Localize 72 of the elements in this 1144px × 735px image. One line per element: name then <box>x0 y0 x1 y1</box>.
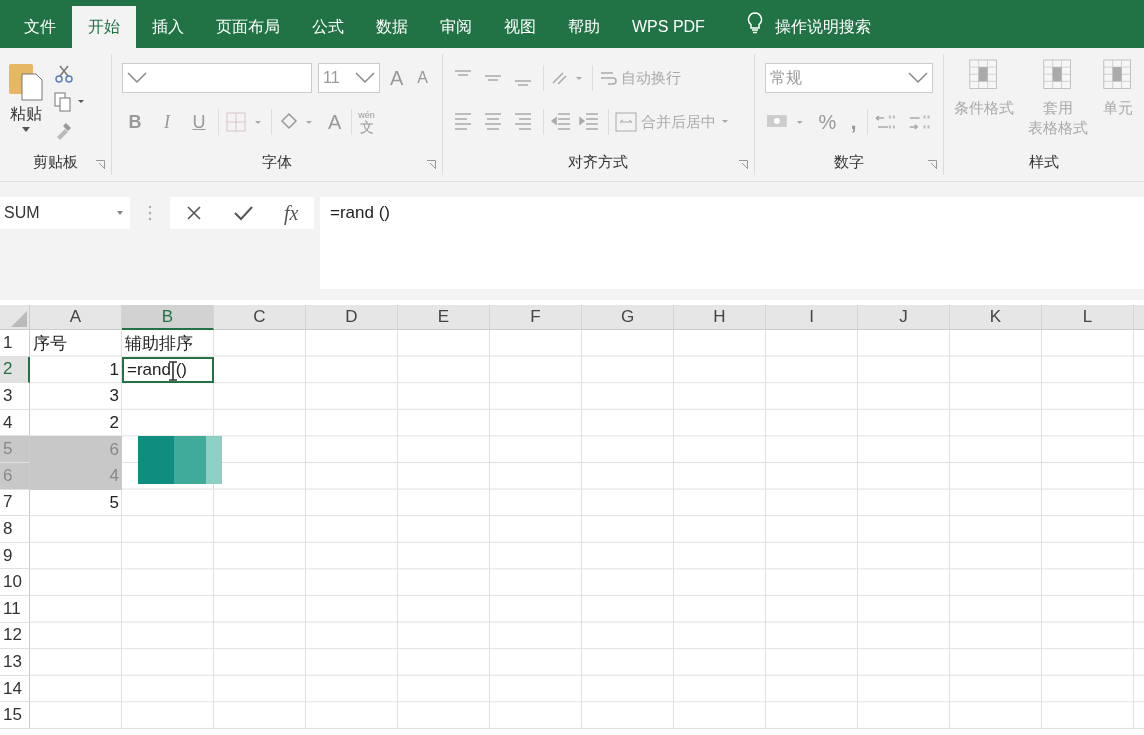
column-header[interactable]: J <box>858 305 950 330</box>
select-all-icon[interactable] <box>11 311 27 327</box>
ribbon-tab[interactable]: 插入 <box>136 6 200 48</box>
chevron-down-icon[interactable] <box>908 72 928 84</box>
row-header[interactable]: 4 <box>0 409 30 437</box>
row-header[interactable]: 12 <box>0 622 30 650</box>
group-label: 字体 <box>261 152 292 172</box>
ribbon-tab[interactable]: 帮助 <box>552 6 616 48</box>
column-header[interactable]: D <box>306 305 398 330</box>
column-header[interactable]: F <box>490 305 582 330</box>
name-box[interactable]: SUM <box>0 197 130 229</box>
text-cursor-icon <box>168 361 178 381</box>
wrap-text-icon <box>598 69 617 87</box>
dialog-launcher-icon[interactable] <box>928 160 937 169</box>
formula-input[interactable]: =rand () <box>320 197 1144 289</box>
row-header[interactable]: 13 <box>0 649 30 676</box>
close-icon[interactable] <box>185 205 202 221</box>
column-header[interactable]: G <box>582 305 674 330</box>
checkmark-icon[interactable] <box>232 205 253 221</box>
merge-icon <box>614 112 637 132</box>
row-header[interactable]: 2 <box>0 356 30 384</box>
group-label: 对齐方式 <box>568 152 629 172</box>
column-header[interactable]: C <box>214 305 306 330</box>
table-cell[interactable]: 2 <box>30 409 122 437</box>
row-header[interactable]: 3 <box>0 383 30 410</box>
ribbon-tab[interactable]: 数据 <box>360 6 424 48</box>
paste-button[interactable]: 粘贴 <box>10 104 42 125</box>
ribbon-tab[interactable]: 公式 <box>296 6 360 48</box>
drag-handle-icon[interactable] <box>148 205 152 221</box>
table-cell[interactable]: 3 <box>30 383 122 410</box>
chevron-down-icon[interactable] <box>354 72 375 84</box>
column-header[interactable]: A <box>30 305 122 330</box>
dialog-launcher-icon[interactable] <box>426 160 436 169</box>
ribbon-tab[interactable]: 审阅 <box>424 6 488 48</box>
row-header[interactable]: 14 <box>0 675 30 703</box>
table-cell[interactable]: 1 <box>30 356 122 384</box>
column-header[interactable]: L <box>1042 305 1134 330</box>
ribbon-tab[interactable]: WPS PDF <box>616 6 721 48</box>
font-name-field[interactable] <box>121 63 312 93</box>
insert-function-button[interactable]: fx <box>283 201 299 225</box>
lightbulb-icon <box>746 12 763 34</box>
column-header[interactable]: E <box>398 305 490 330</box>
row-header[interactable]: 8 <box>0 516 30 543</box>
row-header[interactable]: 15 <box>0 702 30 729</box>
copy-icon[interactable] <box>54 92 84 112</box>
table-cell[interactable]: 5 <box>30 489 122 517</box>
dialog-launcher-icon[interactable] <box>95 160 105 169</box>
ribbon-tab[interactable]: 文件 <box>8 6 72 48</box>
table-cell[interactable]: 序号 <box>30 330 122 357</box>
ribbon-tab[interactable]: 页面布局 <box>200 6 296 48</box>
scissors-icon[interactable] <box>54 64 74 84</box>
group-label: 样式 <box>1029 152 1059 172</box>
column-header[interactable]: K <box>950 305 1042 330</box>
column-header[interactable]: I <box>766 305 858 330</box>
group-label: 剪贴板 <box>32 152 78 172</box>
row-header[interactable]: 9 <box>0 542 30 570</box>
ribbon-tab[interactable]: 开始 <box>72 6 136 48</box>
group-label: 数字 <box>834 152 864 172</box>
row-header[interactable]: 7 <box>0 489 30 517</box>
row-header[interactable]: 1 <box>0 330 30 357</box>
active-cell[interactable]: =rand () <box>122 356 214 384</box>
column-header[interactable]: B <box>122 305 214 330</box>
table-cell[interactable]: 辅助排序 <box>122 330 214 357</box>
column-header[interactable] <box>1134 305 1144 330</box>
dialog-launcher-icon[interactable] <box>739 160 748 169</box>
dropdown-caret-icon[interactable] <box>22 127 30 132</box>
row-header[interactable]: 11 <box>0 595 30 623</box>
chevron-down-icon[interactable] <box>126 72 147 84</box>
row-header[interactable]: 10 <box>0 569 30 596</box>
tell-me-search[interactable]: 操作说明搜索 <box>774 6 871 48</box>
column-header[interactable]: H <box>674 305 766 330</box>
ribbon-tab[interactable]: 视图 <box>488 6 552 48</box>
